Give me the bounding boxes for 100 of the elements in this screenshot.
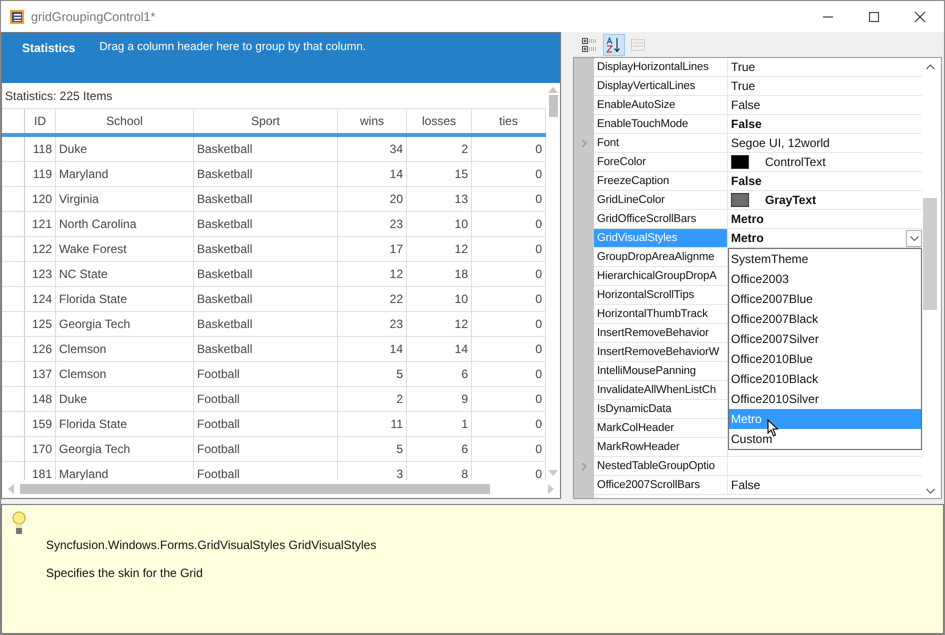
table-cell: 2	[338, 387, 407, 411]
expand-icon[interactable]	[581, 139, 587, 148]
table-cell: 0	[472, 412, 546, 436]
property-name[interactable]: EnableTouchMode	[594, 115, 728, 133]
property-value: False	[731, 478, 760, 492]
scrollbar-thumb[interactable]	[548, 95, 558, 117]
scroll-right-icon[interactable]	[548, 484, 554, 494]
caret-icon	[910, 236, 918, 240]
column-header[interactable]: Sport	[194, 109, 338, 133]
window-title: gridGroupingControl1*	[31, 10, 156, 24]
table-cell: 14	[407, 337, 472, 361]
table-cell: 0	[472, 337, 546, 361]
table-cell: 14	[338, 337, 407, 361]
column-header[interactable]: wins	[338, 109, 407, 133]
property-name[interactable]: Font	[594, 134, 728, 152]
table-cell: 0	[472, 212, 546, 236]
table-cell: 0	[472, 387, 546, 411]
scroll-left-icon[interactable]	[8, 484, 14, 494]
table-cell: 23	[338, 212, 407, 236]
property-name[interactable]: Office2007ScrollBars	[594, 476, 728, 494]
table-cell: 0	[472, 262, 546, 286]
property-name[interactable]: EnableAutoSize	[594, 96, 728, 114]
table-cell: Duke	[56, 387, 194, 411]
property-name[interactable]: DisplayHorizontalLines	[594, 58, 728, 76]
column-header[interactable]: ties	[472, 109, 546, 133]
table-cell: 18	[407, 262, 472, 286]
dropdown-option[interactable]: Office2007Black	[729, 309, 921, 329]
scrollbar-thumb[interactable]	[20, 484, 490, 494]
table-cell: 119	[25, 162, 56, 186]
table-cell: Basketball	[194, 262, 338, 286]
maximize-icon[interactable]	[868, 10, 880, 22]
close-icon[interactable]	[914, 10, 926, 22]
table-cell: 22	[338, 287, 407, 311]
property-name[interactable]: GridLineColor	[594, 191, 728, 209]
property-value: False	[731, 117, 762, 131]
dropdown-button[interactable]	[906, 230, 922, 246]
table-cell: 0	[472, 287, 546, 311]
table-cell: 12	[407, 237, 472, 261]
scroll-up-icon[interactable]	[926, 64, 934, 70]
table-cell: Maryland	[56, 162, 194, 186]
dropdown-option[interactable]: SystemTheme	[729, 249, 921, 269]
column-header[interactable]: ID	[25, 109, 56, 133]
table-cell: Virginia	[56, 187, 194, 211]
property-name[interactable]: ForeColor	[594, 153, 728, 171]
table-cell: Basketball	[194, 237, 338, 261]
table-cell: Basketball	[194, 212, 338, 236]
dropdown-option[interactable]: Office2003	[729, 269, 921, 289]
table-cell: 126	[25, 337, 56, 361]
column-header[interactable]: School	[56, 109, 194, 133]
table-cell: 137	[25, 362, 56, 386]
table-cell: 6	[407, 437, 472, 461]
dropdown-option[interactable]: Office2010Black	[729, 369, 921, 389]
dropdown-option[interactable]: Custom	[729, 429, 921, 449]
dropdown-option[interactable]: Office2007Blue	[729, 289, 921, 309]
dropdown-option[interactable]: Office2010Blue	[729, 349, 921, 369]
table-cell: Football	[194, 362, 338, 386]
categorized-icon	[582, 36, 598, 52]
table-cell: 148	[25, 387, 56, 411]
table-cell: 122	[25, 237, 56, 261]
table-cell: Basketball	[194, 187, 338, 211]
table-cell: Georgia Tech	[56, 312, 194, 336]
table-cell: 2	[407, 137, 472, 161]
description-title: Syncfusion.Windows.Forms.GridVisualStyles GridVisualStyles	[46, 538, 376, 552]
table-cell: Wake Forest	[56, 237, 194, 261]
table-cell: 0	[472, 312, 546, 336]
scrollbar-thumb[interactable]	[923, 198, 937, 310]
table-cell: Florida State	[56, 412, 194, 436]
property-name[interactable]: GridOfficeScrollBars	[594, 210, 728, 228]
table-cell: Basketball	[194, 312, 338, 336]
property-name[interactable]: FreezeCaption	[594, 172, 728, 190]
property-name[interactable]: NestedTableGroupOptio	[594, 457, 728, 475]
lightbulb-icon	[12, 511, 26, 537]
table-cell: Duke	[56, 137, 194, 161]
table-cell: 14	[338, 162, 407, 186]
expand-icon[interactable]	[581, 462, 587, 471]
table-cell: 6	[407, 362, 472, 386]
property-value: True	[731, 60, 756, 74]
alphabetical-button[interactable]	[603, 34, 625, 56]
sort-az-icon	[606, 36, 622, 52]
app-icon	[9, 8, 25, 24]
property-value: GrayText	[765, 193, 816, 207]
scroll-down-icon[interactable]	[926, 488, 934, 494]
table-cell: 120	[25, 187, 56, 211]
description-text: Specifies the skin for the Grid	[46, 566, 204, 580]
table-cell: 0	[472, 187, 546, 211]
property-value: False	[731, 174, 762, 188]
property-name[interactable]: DisplayVerticalLines	[594, 77, 728, 95]
dropdown-option[interactable]: Office2010Silver	[729, 389, 921, 409]
table-cell: 125	[25, 312, 56, 336]
table-cell: 124	[25, 287, 56, 311]
property-value: Metro	[731, 231, 764, 245]
table-cell: 34	[338, 137, 407, 161]
table-cell: 121	[25, 212, 56, 236]
column-header[interactable]: losses	[407, 109, 472, 133]
table-cell: 159	[25, 412, 56, 436]
table-cell: Basketball	[194, 337, 338, 361]
table-cell: 12	[338, 262, 407, 286]
dropdown-option[interactable]: Office2007Silver	[729, 329, 921, 349]
table-cell: 1	[407, 412, 472, 436]
table-cell: 10	[407, 212, 472, 236]
